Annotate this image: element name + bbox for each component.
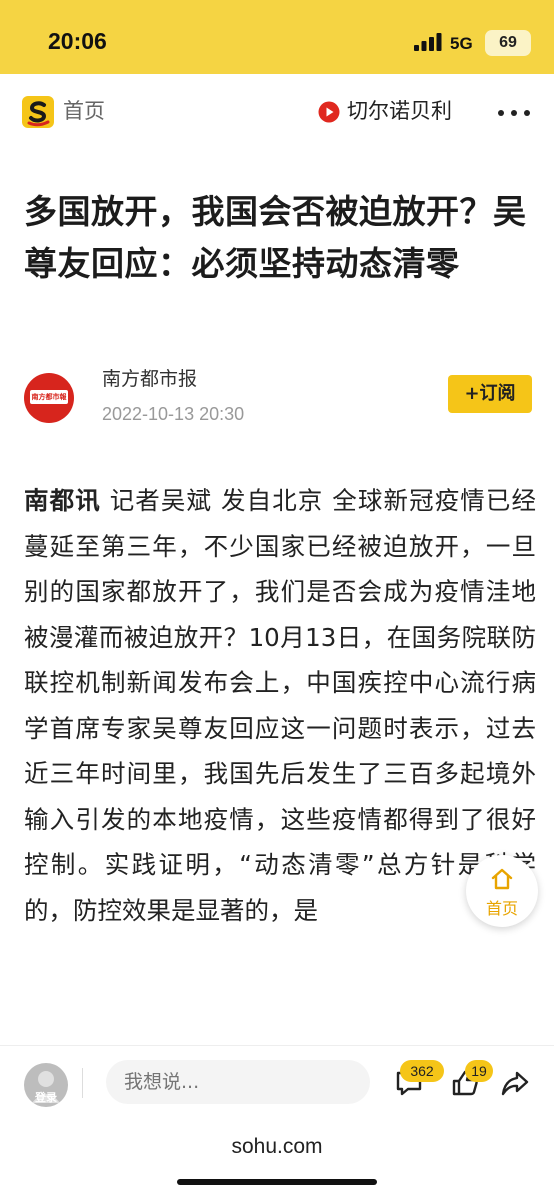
site-domain: sohu.com [231,1135,323,1158]
home-icon [491,868,513,890]
video-play-icon[interactable] [318,101,340,123]
network-type: 5G [450,34,473,53]
status-time: 20:06 [48,28,107,54]
article-lead: 南都讯 [24,486,101,515]
article-body-text: 记者吴斌 发自北京 全球新冠疫情已经蔓延至第三年，不少国家已经被迫放开，一旦别的… [24,486,536,925]
nav-home-link[interactable]: 首页 [63,96,105,126]
comment-input[interactable] [106,1060,370,1104]
author-name[interactable]: 南方都市报 [102,365,197,393]
article-content: 南都讯 记者吴斌 发自北京 全球新冠疫情已经蔓延至第三年，不少国家已经被迫放开，… [24,478,536,1118]
floating-home-label: 首页 [485,899,518,918]
more-options-icon[interactable] [498,110,530,116]
like-count-badge: 19 [465,1060,493,1082]
share-icon[interactable] [500,1068,530,1098]
status-bar: 20:06 5G 69 [0,0,554,74]
article-title: 多国放开，我国会否被迫放开？吴尊友回应：必须坚持动态清零 [24,192,527,283]
hot-topic-link[interactable]: 切尔诺贝利 [347,96,452,126]
publish-date: 2022-10-13 20:30 [102,404,245,424]
floating-home-button[interactable]: 首页 [466,855,538,927]
avatar-logo-text: 南方都市報 [30,390,68,404]
author-avatar[interactable]: 南方都市報 [24,373,74,423]
sohu-logo-icon[interactable] [22,96,54,128]
comment-count-badge: 362 [400,1060,444,1082]
signal-icon [414,33,442,51]
bottom-divider [82,1068,83,1098]
subscribe-button[interactable]: +订阅 [448,375,532,413]
login-label: 登录 [35,1091,57,1104]
home-indicator[interactable] [177,1179,377,1185]
login-avatar[interactable]: 登录 [24,1063,68,1107]
battery-indicator: 69 [485,30,531,56]
article-paragraph: 南都讯 记者吴斌 发自北京 全球新冠疫情已经蔓延至第三年，不少国家已经被迫放开，… [24,478,536,933]
